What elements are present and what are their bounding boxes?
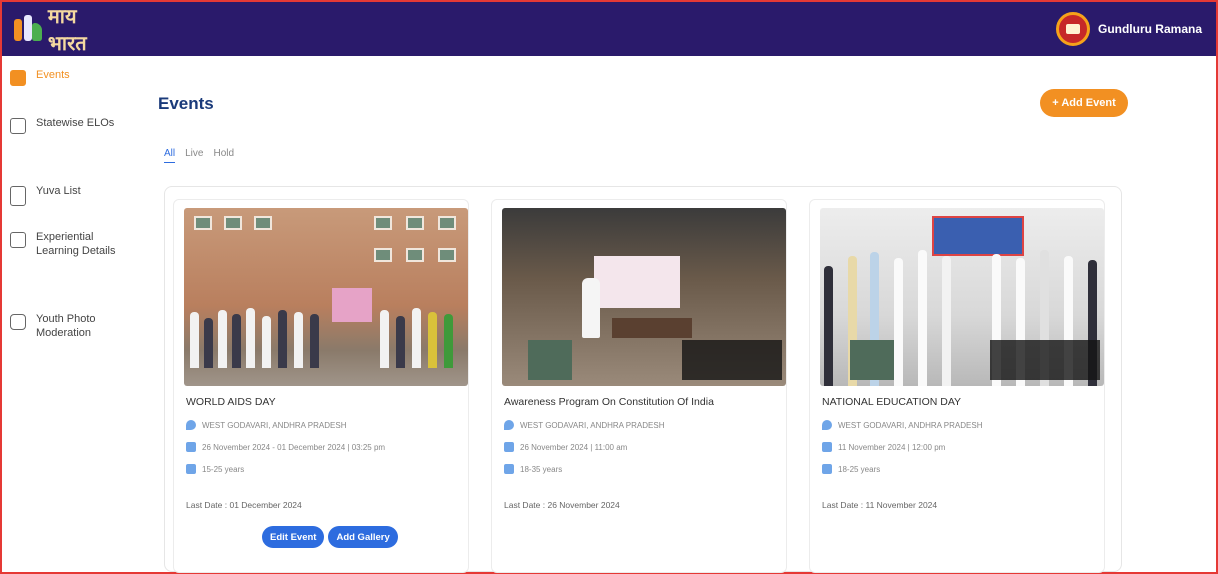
event-filter-tabs: All Live Hold [164,148,234,163]
event-age-text: 18-35 years [520,464,563,474]
event-location-text: WEST GODAVARI, ANDHRA PRADESH [520,420,665,430]
tab-live[interactable]: Live [185,148,203,163]
edit-event-button[interactable]: Edit Event [262,526,325,548]
top-navbar: माय भारत Gundluru Ramana [2,2,1216,56]
logo-mark-icon [12,13,42,45]
location-pin-icon [186,420,196,430]
main-content: Events + Add Event All Live Hold WORLD A… [120,56,1216,573]
user-avatar[interactable] [1055,12,1090,46]
event-card: WORLD AIDS DAY WEST GODAVARI, ANDHRA PRA… [173,199,469,573]
event-title: WORLD AIDS DAY [186,396,276,408]
sidebar-item-yuva-list[interactable]: Yuva List [10,184,116,206]
age-group-icon [822,464,832,474]
add-gallery-button[interactable]: Add Gallery [328,526,398,548]
location-pin-icon [504,420,514,430]
event-last-date: Last Date : 11 November 2024 [822,500,938,510]
event-location: WEST GODAVARI, ANDHRA PRADESH [504,420,664,430]
sidebar-item-youth-photo-moderation[interactable]: Youth Photo Moderation [10,312,116,340]
sidebar-item-label: Yuva List [36,185,81,197]
event-actions: Edit Event Add Gallery [262,526,398,548]
event-date-text: 26 November 2024 - 01 December 2024 | 03… [202,442,386,452]
event-photo [820,208,1104,386]
event-card: NATIONAL EDUCATION DAY WEST GODAVARI, AN… [809,199,1105,573]
event-age-group: 18-25 years [822,464,880,474]
statewise-icon [10,118,26,134]
calendar-icon [504,442,514,452]
sidebar-item-label: Statewise ELOs [36,117,115,129]
age-group-icon [186,464,196,474]
event-last-date: Last Date : 26 November 2024 [504,500,620,510]
event-date-text: 26 November 2024 | 11:00 am [520,442,628,452]
photo-icon [10,314,26,330]
event-title: NATIONAL EDUCATION DAY [822,396,962,408]
grid-icon [10,232,26,248]
event-photo [184,208,468,386]
calendar-icon [186,442,196,452]
event-location-text: WEST GODAVARI, ANDHRA PRADESH [202,420,347,430]
event-card: Awareness Program On Constitution Of Ind… [491,199,787,573]
event-location: WEST GODAVARI, ANDHRA PRADESH [186,420,346,430]
tab-all[interactable]: All [164,148,176,163]
event-date: 11 November 2024 | 12:00 pm [822,442,945,452]
events-grid: WORLD AIDS DAY WEST GODAVARI, ANDHRA PRA… [164,186,1122,573]
tab-hold[interactable]: Hold [213,148,234,163]
sidebar-item-statewise-elos[interactable]: Statewise ELOs [10,116,116,134]
list-icon [10,186,26,206]
age-group-icon [504,464,514,474]
event-age-group: 18-35 years [504,464,562,474]
event-date: 26 November 2024 - 01 December 2024 | 03… [186,442,385,452]
event-location: WEST GODAVARI, ANDHRA PRADESH [822,420,982,430]
event-date-text: 11 November 2024 | 12:00 pm [838,442,946,452]
event-photo [502,208,786,386]
sidebar-item-label: Youth Photo Moderation [36,313,96,339]
app-logo[interactable]: माय भारत [12,4,122,55]
sidebar: Events Statewise ELOs Yuva List Experien… [2,56,120,572]
sidebar-item-experiential-learning[interactable]: Experiential Learning Details [10,230,116,258]
logo-text: माय भारत [47,4,87,55]
event-age-text: 15-25 years [202,464,245,474]
calendar-icon [822,442,832,452]
event-date: 26 November 2024 | 11:00 am [504,442,627,452]
event-last-date: Last Date : 01 December 2024 [186,500,302,510]
page-title: Events [158,94,214,113]
event-title: Awareness Program On Constitution Of Ind… [504,396,714,408]
event-location-text: WEST GODAVARI, ANDHRA PRADESH [838,420,983,430]
sidebar-item-events[interactable]: Events [10,68,116,86]
sidebar-item-label: Experiential Learning Details [36,231,116,257]
user-name: Gundluru Ramana [1097,22,1202,36]
location-pin-icon [822,420,832,430]
events-icon [10,70,26,86]
add-event-button[interactable]: + Add Event [1040,89,1128,117]
sidebar-item-label: Events [36,69,70,81]
event-age-text: 18-25 years [838,464,881,474]
event-age-group: 15-25 years [186,464,244,474]
user-profile[interactable]: Gundluru Ramana [1055,12,1202,46]
